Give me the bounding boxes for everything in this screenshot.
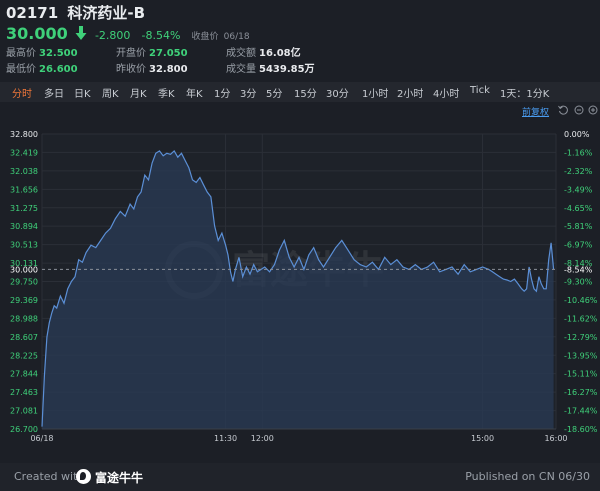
tab-4[interactable]: 月K	[130, 85, 147, 100]
chart-toolbar: 前复权	[0, 102, 600, 120]
quote-header: 02171 科济药业-B 30.000 -2.800 -8.54% 收盘价 06…	[0, 0, 600, 82]
tab-5[interactable]: 季K	[158, 85, 175, 100]
brand-logo-icon	[76, 469, 91, 484]
left-tick-label: 32.038	[10, 167, 38, 176]
stock-name: 科济药业-B	[67, 4, 146, 22]
prev-close-label: 昨收价	[116, 64, 146, 75]
left-tick-label: 27.844	[10, 370, 38, 379]
tab-1[interactable]: 多日	[44, 85, 64, 100]
tab-8[interactable]: 3分	[240, 85, 256, 100]
volume-value: 5439.85万	[259, 64, 315, 75]
left-tick-label: 28.988	[10, 314, 38, 323]
right-tick-label: -6.97%	[564, 241, 593, 250]
created-with-label: Created with	[14, 470, 85, 483]
left-tick-label: 26.700	[10, 425, 38, 434]
tab-16[interactable]: 1天：1分K	[500, 85, 549, 100]
last-price: 30.000	[6, 24, 68, 43]
price-change-pct: -8.54%	[141, 29, 181, 42]
high-value: 32.500	[39, 48, 78, 59]
tab-6[interactable]: 年K	[186, 85, 203, 100]
tab-10[interactable]: 15分	[294, 85, 317, 100]
prev-close-value: 32.800	[149, 64, 188, 75]
left-tick-label: 29.369	[10, 296, 38, 305]
published-label: Published on CN 06/30	[465, 470, 590, 483]
left-tick-label: 32.419	[10, 148, 38, 157]
zoom-out-icon[interactable]	[574, 105, 584, 115]
right-tick-label: -10.46%	[564, 296, 598, 305]
low-value: 26.600	[39, 64, 78, 75]
stats-col-1: 最高价 32.500 最低价 26.600	[6, 46, 78, 78]
tab-3[interactable]: 周K	[102, 85, 119, 100]
zoom-in-icon[interactable]	[588, 105, 598, 115]
x-tick-label: 15:00	[471, 434, 494, 443]
volume-label: 成交量	[226, 64, 256, 75]
open-value: 27.050	[149, 48, 188, 59]
left-tick-label: 29.750	[10, 278, 38, 287]
quote-date: 06/18	[223, 32, 250, 42]
arrow-down-icon	[75, 26, 87, 40]
right-tick-label: -2.32%	[564, 167, 593, 176]
x-tick-label: 16:00	[544, 434, 567, 443]
left-tick-label: 28.607	[10, 333, 38, 342]
stock-title: 02171 科济药业-B	[6, 2, 149, 23]
right-tick-label: -5.81%	[564, 222, 593, 231]
adjust-button[interactable]: 前复权	[522, 105, 549, 118]
right-tick-label: 0.00%	[564, 130, 590, 139]
reset-icon[interactable]	[558, 105, 568, 115]
right-tick-label: -13.95%	[564, 351, 598, 360]
left-tick-label: 28.225	[10, 351, 38, 360]
price-row: 30.000 -2.800 -8.54% 收盘价 06/18	[6, 24, 250, 43]
period-tabs: 分时 多日 日K 周K 月K 季K 年K 1分 3分 5分 15分 30分 1小时 2小时 4小时 Tick 1…	[0, 82, 600, 102]
left-tick-label: 27.463	[10, 388, 38, 397]
tab-14[interactable]: 4小时	[433, 85, 459, 100]
left-tick-label: 31.275	[10, 204, 38, 213]
right-tick-label: -3.49%	[564, 185, 593, 194]
stats-col-3: 成交额 16.08亿 成交量 5439.85万	[226, 46, 315, 78]
left-tick-label: 27.081	[10, 407, 38, 416]
closed-label: 收盘价	[191, 32, 219, 42]
right-tick-label: -17.44%	[564, 407, 598, 416]
tab-13[interactable]: 2小时	[397, 85, 423, 100]
open-label: 开盘价	[116, 48, 146, 59]
right-tick-label: -16.27%	[564, 388, 598, 397]
tab-2[interactable]: 日K	[74, 85, 91, 100]
right-tick-label: -18.60%	[564, 425, 598, 434]
x-tick-label: 11:30	[214, 434, 237, 443]
right-tick-label: -9.30%	[564, 278, 593, 287]
tab-15[interactable]: Tick	[470, 85, 490, 96]
right-tick-label: -1.16%	[564, 148, 593, 157]
low-label: 最低价	[6, 64, 36, 75]
left-tick-label: 30.894	[10, 222, 38, 231]
price-change: -2.800	[94, 29, 131, 42]
brand-name: 富途牛牛	[95, 471, 144, 485]
right-tick-label: -12.79%	[564, 333, 598, 342]
tab-12[interactable]: 1小时	[362, 85, 388, 100]
stats-col-2: 开盘价 27.050 昨收价 32.800	[116, 46, 188, 78]
right-tick-label: -4.65%	[564, 204, 593, 213]
tab-9[interactable]: 5分	[266, 85, 282, 100]
footer: Created with 富途牛牛 Published on CN 06/30	[0, 463, 600, 491]
right-tick-label: -8.54%	[564, 265, 593, 274]
turnover-label: 成交额	[226, 48, 256, 59]
right-tick-label: -11.62%	[564, 314, 598, 323]
left-tick-label: 30.000	[10, 265, 38, 274]
x-tick-label: 12:00	[251, 434, 274, 443]
chart-svg: 32.800 0.00% 32.419 -1.16% 32.038 -2.32% 31.65…	[10, 130, 598, 443]
tab-7[interactable]: 1分	[214, 85, 230, 100]
tab-11[interactable]: 30分	[326, 85, 349, 100]
x-tick-label: 06/18	[30, 434, 53, 443]
right-tick-label: -15.11%	[564, 370, 598, 379]
tab-0[interactable]: 分时	[12, 85, 32, 100]
price-chart: 32.800 0.00% 32.419 -1.16% 32.038 -2.32% 31.65…	[0, 120, 600, 463]
high-label: 最高价	[6, 48, 36, 59]
left-tick-label: 31.656	[10, 185, 38, 194]
stock-code: 02171	[6, 4, 59, 22]
turnover-value: 16.08亿	[259, 48, 301, 59]
left-tick-label: 30.513	[10, 241, 38, 250]
left-tick-label: 32.800	[10, 130, 38, 139]
